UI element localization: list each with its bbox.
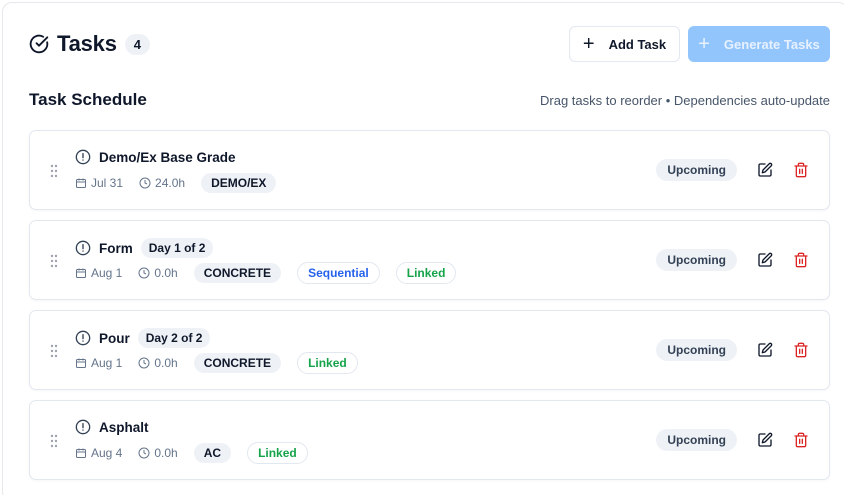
schedule-hint: Drag tasks to reorder • Dependencies aut… (540, 92, 830, 108)
trash-icon[interactable] (793, 342, 809, 358)
page-title: Tasks (57, 31, 117, 56)
task-title-row: Demo/Ex Base Grade (75, 148, 236, 166)
clock-icon (138, 447, 150, 459)
task-date: Aug 4 (75, 446, 122, 460)
task-title-row: Form Day 1 of 2 (75, 238, 214, 258)
plus-icon: + (698, 33, 710, 55)
task-meta-row: Jul 31 24.0h DEMO/EX (75, 172, 292, 194)
status-badge: Upcoming (656, 429, 737, 451)
task-list: Demo/Ex Base Grade Jul 31 24.0h DEMO/EX … (29, 130, 830, 490)
task-meta-row: Aug 4 0.0h AC Linked (75, 442, 324, 464)
task-code-tag: CONCRETE (193, 263, 282, 283)
generate-tasks-button[interactable]: + Generate Tasks (688, 26, 830, 62)
trash-icon[interactable] (793, 252, 809, 268)
clock-icon (139, 177, 151, 189)
task-code-tag: AC (193, 443, 232, 463)
task-hours: 24.0h (139, 176, 185, 190)
task-actions: Upcoming (656, 159, 809, 181)
day-badge: Day 2 of 2 (137, 328, 211, 348)
header-actions: + Add Task + Generate Tasks (569, 26, 830, 62)
task-hours: 0.0h (138, 266, 178, 280)
task-name: Form (99, 240, 133, 256)
task-date: Aug 1 (75, 356, 122, 370)
task-date-text: Aug 1 (91, 356, 123, 370)
calendar-icon (76, 358, 86, 368)
sequential-tag: Sequential (297, 262, 380, 284)
task-title-row: Asphalt (75, 418, 149, 436)
task-hours: 0.0h (138, 356, 178, 370)
task-hours-text: 0.0h (154, 266, 178, 280)
alert-circle-icon (75, 330, 91, 346)
grip-vertical-icon[interactable] (50, 434, 58, 448)
schedule-title: Task Schedule (29, 90, 147, 109)
task-actions: Upcoming (656, 249, 809, 271)
grip-vertical-icon[interactable] (50, 344, 58, 358)
status-badge: Upcoming (656, 339, 737, 361)
task-meta-row: Aug 1 0.0h CONCRETE Linked (75, 352, 374, 374)
task-hours: 0.0h (138, 446, 178, 460)
schedule-header: Task Schedule Drag tasks to reorder • De… (29, 90, 830, 110)
tasks-header: Tasks 4 + Add Task + Generate Tasks (29, 26, 830, 62)
alert-circle-icon (75, 240, 91, 256)
task-date: Aug 1 (75, 266, 122, 280)
linked-tag: Linked (395, 262, 457, 284)
task-hours-text: 24.0h (155, 176, 186, 190)
alert-circle-icon (75, 149, 91, 165)
check-circle-icon (29, 34, 49, 54)
calendar-icon (76, 268, 86, 278)
edit-icon[interactable] (757, 342, 773, 358)
task-name: Pour (99, 330, 130, 346)
task-date-text: Jul 31 (91, 176, 124, 190)
title-group: Tasks 4 (29, 31, 150, 57)
linked-tag: Linked (247, 442, 308, 464)
linked-tag: Linked (297, 352, 358, 374)
edit-icon[interactable] (757, 252, 773, 268)
add-task-button[interactable]: + Add Task (569, 26, 680, 62)
status-badge: Upcoming (656, 159, 737, 181)
status-badge: Upcoming (656, 249, 737, 271)
task-card[interactable]: Pour Day 2 of 2 Aug 1 0.0h CONCRETE Link… (29, 310, 830, 390)
task-actions: Upcoming (656, 339, 809, 361)
add-task-label: Add Task (608, 36, 667, 52)
task-card[interactable]: Form Day 1 of 2 Aug 1 0.0h CONCRETE Sequ… (29, 220, 830, 300)
trash-icon[interactable] (793, 162, 809, 178)
task-name: Asphalt (99, 419, 149, 435)
clock-icon (138, 357, 150, 369)
task-name: Demo/Ex Base Grade (99, 149, 236, 165)
grip-vertical-icon[interactable] (50, 254, 58, 268)
task-date: Jul 31 (75, 176, 123, 190)
alert-circle-icon (75, 419, 91, 435)
clock-icon (138, 267, 150, 279)
calendar-icon (76, 448, 86, 458)
edit-icon[interactable] (757, 432, 773, 448)
day-badge: Day 1 of 2 (140, 238, 214, 258)
task-date-text: Aug 1 (91, 266, 123, 280)
plus-icon: + (582, 33, 595, 55)
task-code-tag: CONCRETE (193, 353, 282, 373)
trash-icon[interactable] (793, 432, 809, 448)
generate-tasks-label: Generate Tasks (723, 36, 820, 52)
task-code-tag: DEMO/EX (201, 173, 277, 193)
calendar-icon (76, 178, 86, 188)
task-title-row: Pour Day 2 of 2 (75, 328, 211, 348)
task-count-badge: 4 (124, 33, 150, 55)
task-card[interactable]: Demo/Ex Base Grade Jul 31 24.0h DEMO/EX … (29, 130, 830, 210)
task-actions: Upcoming (656, 429, 809, 451)
grip-vertical-icon[interactable] (50, 164, 58, 178)
task-hours-text: 0.0h (154, 356, 178, 370)
task-hours-text: 0.0h (154, 446, 178, 460)
edit-icon[interactable] (757, 162, 773, 178)
task-meta-row: Aug 1 0.0h CONCRETE Sequential Linked (75, 262, 472, 284)
task-card[interactable]: Asphalt Aug 4 0.0h AC Linked Upcoming (29, 400, 830, 480)
task-date-text: Aug 4 (91, 446, 123, 460)
